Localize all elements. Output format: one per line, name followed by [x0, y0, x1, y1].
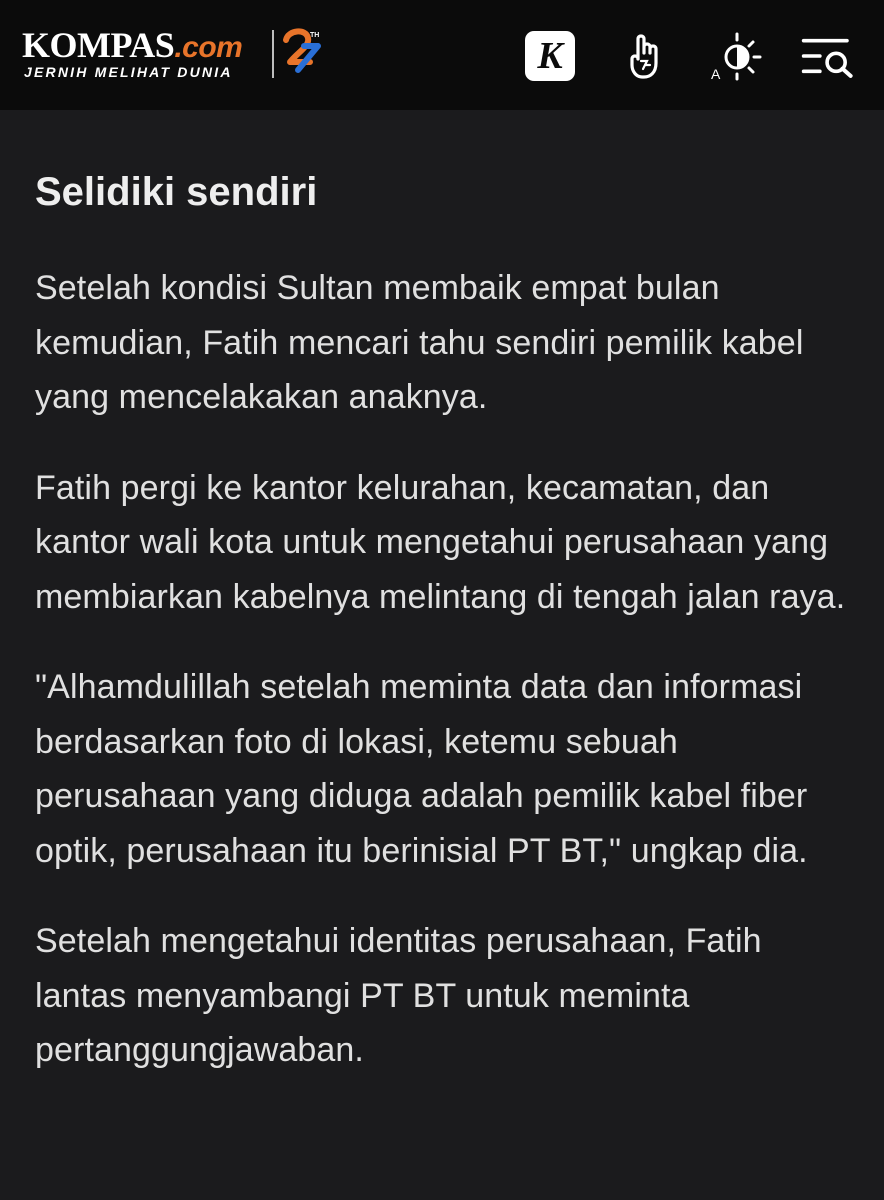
- brightness-contrast-icon[interactable]: A: [708, 28, 764, 84]
- article-paragraph: Setelah mengetahui identitas perusahaan,…: [35, 922, 762, 1069]
- hand-pointer-icon[interactable]: [618, 28, 674, 84]
- article-paragraph: Setelah kondisi Sultan membaik empat bul…: [35, 269, 804, 416]
- article-paragraph: Fatih pergi ke kantor kelurahan, kecamat…: [35, 468, 846, 616]
- logo-main-text: KOMPAS: [22, 25, 175, 65]
- menu-search-icon[interactable]: [800, 28, 856, 84]
- kompas-k-icon[interactable]: K: [522, 28, 578, 84]
- article-paragraph: "Alhamdulillah setelah meminta data dan …: [35, 668, 808, 870]
- article-body: Selidiki sendiri Setelah kondisi Sultan …: [35, 160, 855, 1114]
- logo-tagline: JERNIH MELIHAT DUNIA: [24, 64, 233, 80]
- kompas-k-glyph: K: [525, 31, 575, 81]
- svg-text:TH: TH: [310, 32, 319, 39]
- section-heading: Selidiki sendiri: [35, 170, 318, 214]
- svg-text:A: A: [711, 66, 721, 81]
- header-icon-group: K A: [522, 28, 862, 84]
- kompas-logo[interactable]: KOMPAS.com JERNIH MELIHAT DUNIA TH: [22, 26, 332, 86]
- logo-divider: [272, 30, 274, 78]
- anniversary-badge-icon: TH: [280, 26, 324, 87]
- logo-wordmark: KOMPAS.com: [22, 25, 243, 67]
- logo-dotcom-text: .com: [174, 31, 243, 64]
- top-navigation-bar: KOMPAS.com JERNIH MELIHAT DUNIA TH K A: [0, 0, 884, 110]
